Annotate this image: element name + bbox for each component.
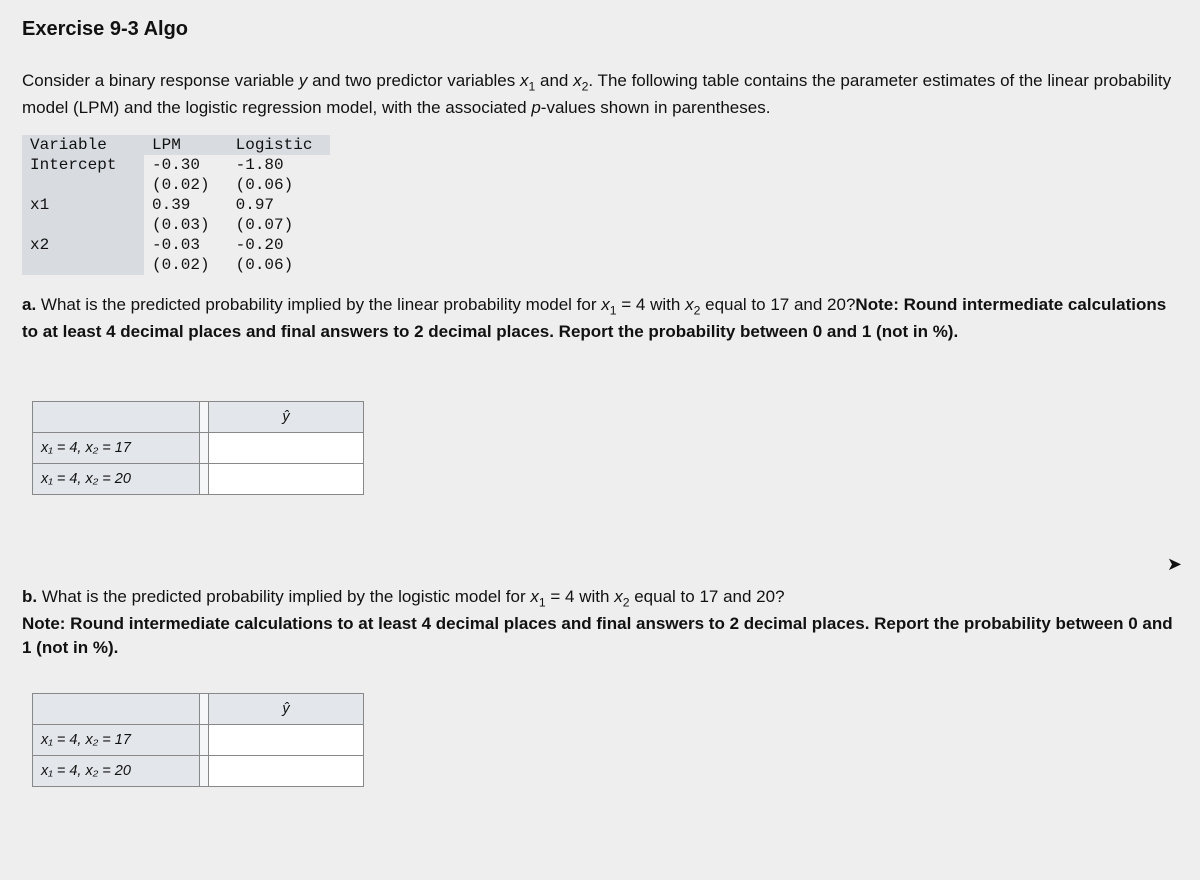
answer-table-b: ŷ x₁ = 4, x₂ = 17 x₁ = 4, x₂ = 20	[32, 693, 364, 787]
var-p: p	[531, 98, 540, 117]
param-cell: -1.80	[228, 155, 331, 175]
qb-x1: x	[530, 587, 539, 606]
answer-b-row1-input[interactable]	[210, 728, 362, 752]
param-cell: (0.06)	[228, 175, 331, 195]
cursor-icon: ➤	[1167, 554, 1182, 575]
param-row-label: Intercept	[22, 155, 144, 195]
answer-a-row1-input[interactable]	[210, 436, 362, 460]
param-header-variable: Variable	[22, 135, 144, 155]
param-header-lpm: LPM	[144, 135, 228, 155]
qb-x2-sub: 2	[623, 595, 630, 609]
qa-x1-sub: 1	[610, 303, 617, 317]
qa-x2: x	[685, 295, 694, 314]
part-a-text: a. What is the predicted probability imp…	[22, 293, 1178, 345]
param-header-logistic: Logistic	[228, 135, 331, 155]
param-cell: (0.02)	[144, 255, 228, 275]
answer-b-row2-label: x₁ = 4, x₂ = 20	[33, 755, 200, 786]
answer-b-edge	[200, 724, 209, 755]
answer-a-yhat-header: ŷ	[209, 401, 364, 432]
param-cell: -0.30	[144, 155, 228, 175]
var-x2: x	[573, 71, 582, 90]
param-cell: (0.02)	[144, 175, 228, 195]
answer-b-row2-input[interactable]	[210, 759, 362, 783]
answer-a-edge	[200, 432, 209, 463]
parameter-table: Variable LPM Logistic Intercept -0.30 -1…	[22, 135, 330, 275]
part-b-lead: b.	[22, 587, 42, 606]
param-cell: (0.06)	[228, 255, 331, 275]
answer-a-edge	[200, 401, 209, 432]
part-b-text: b. What is the predicted probability imp…	[22, 585, 1178, 661]
answer-a-row2-label: x₁ = 4, x₂ = 20	[33, 463, 200, 494]
answer-table-a: ŷ x₁ = 4, x₂ = 17 x₁ = 4, x₂ = 20	[32, 401, 364, 495]
param-cell: -0.03	[144, 235, 228, 255]
intro-seg: Consider a binary response variable	[22, 71, 299, 90]
qb-seg: = 4 with	[546, 587, 615, 606]
answer-a-edge	[200, 463, 209, 494]
intro-seg: and two predictor variables	[307, 71, 520, 90]
answer-a-corner	[33, 401, 200, 432]
answer-b-yhat-header: ŷ	[209, 693, 364, 724]
answer-a-row2-input[interactable]	[210, 467, 362, 491]
intro-seg: -values shown in parentheses.	[541, 98, 771, 117]
intro-seg: and	[535, 71, 573, 90]
qa-seg: What is the predicted probability implie…	[41, 295, 601, 314]
answer-b-edge	[200, 693, 209, 724]
exercise-title: Exercise 9-3 Algo	[22, 18, 1178, 41]
qb-seg: equal to 17 and 20?	[630, 587, 785, 606]
answer-b-corner	[33, 693, 200, 724]
qa-x1: x	[601, 295, 610, 314]
param-cell: (0.07)	[228, 215, 331, 235]
param-cell: 0.97	[228, 195, 331, 215]
param-row-label: x1	[22, 195, 144, 235]
param-cell: (0.03)	[144, 215, 228, 235]
qb-x1-sub: 1	[539, 595, 546, 609]
param-cell: -0.20	[228, 235, 331, 255]
qb-x2: x	[614, 587, 623, 606]
param-row-label: x2	[22, 235, 144, 275]
qa-seg: equal to 17 and 20?	[700, 295, 855, 314]
part-a-lead: a.	[22, 295, 41, 314]
answer-a-row1-label: x₁ = 4, x₂ = 17	[33, 432, 200, 463]
answer-b-row1-label: x₁ = 4, x₂ = 17	[33, 724, 200, 755]
answer-b-edge	[200, 755, 209, 786]
intro-text: Consider a binary response variable y an…	[22, 69, 1178, 121]
qb-seg: What is the predicted probability implie…	[42, 587, 531, 606]
param-cell: 0.39	[144, 195, 228, 215]
part-b-note: Note: Round intermediate calculations to…	[22, 614, 1173, 658]
qa-seg: = 4 with	[617, 295, 686, 314]
